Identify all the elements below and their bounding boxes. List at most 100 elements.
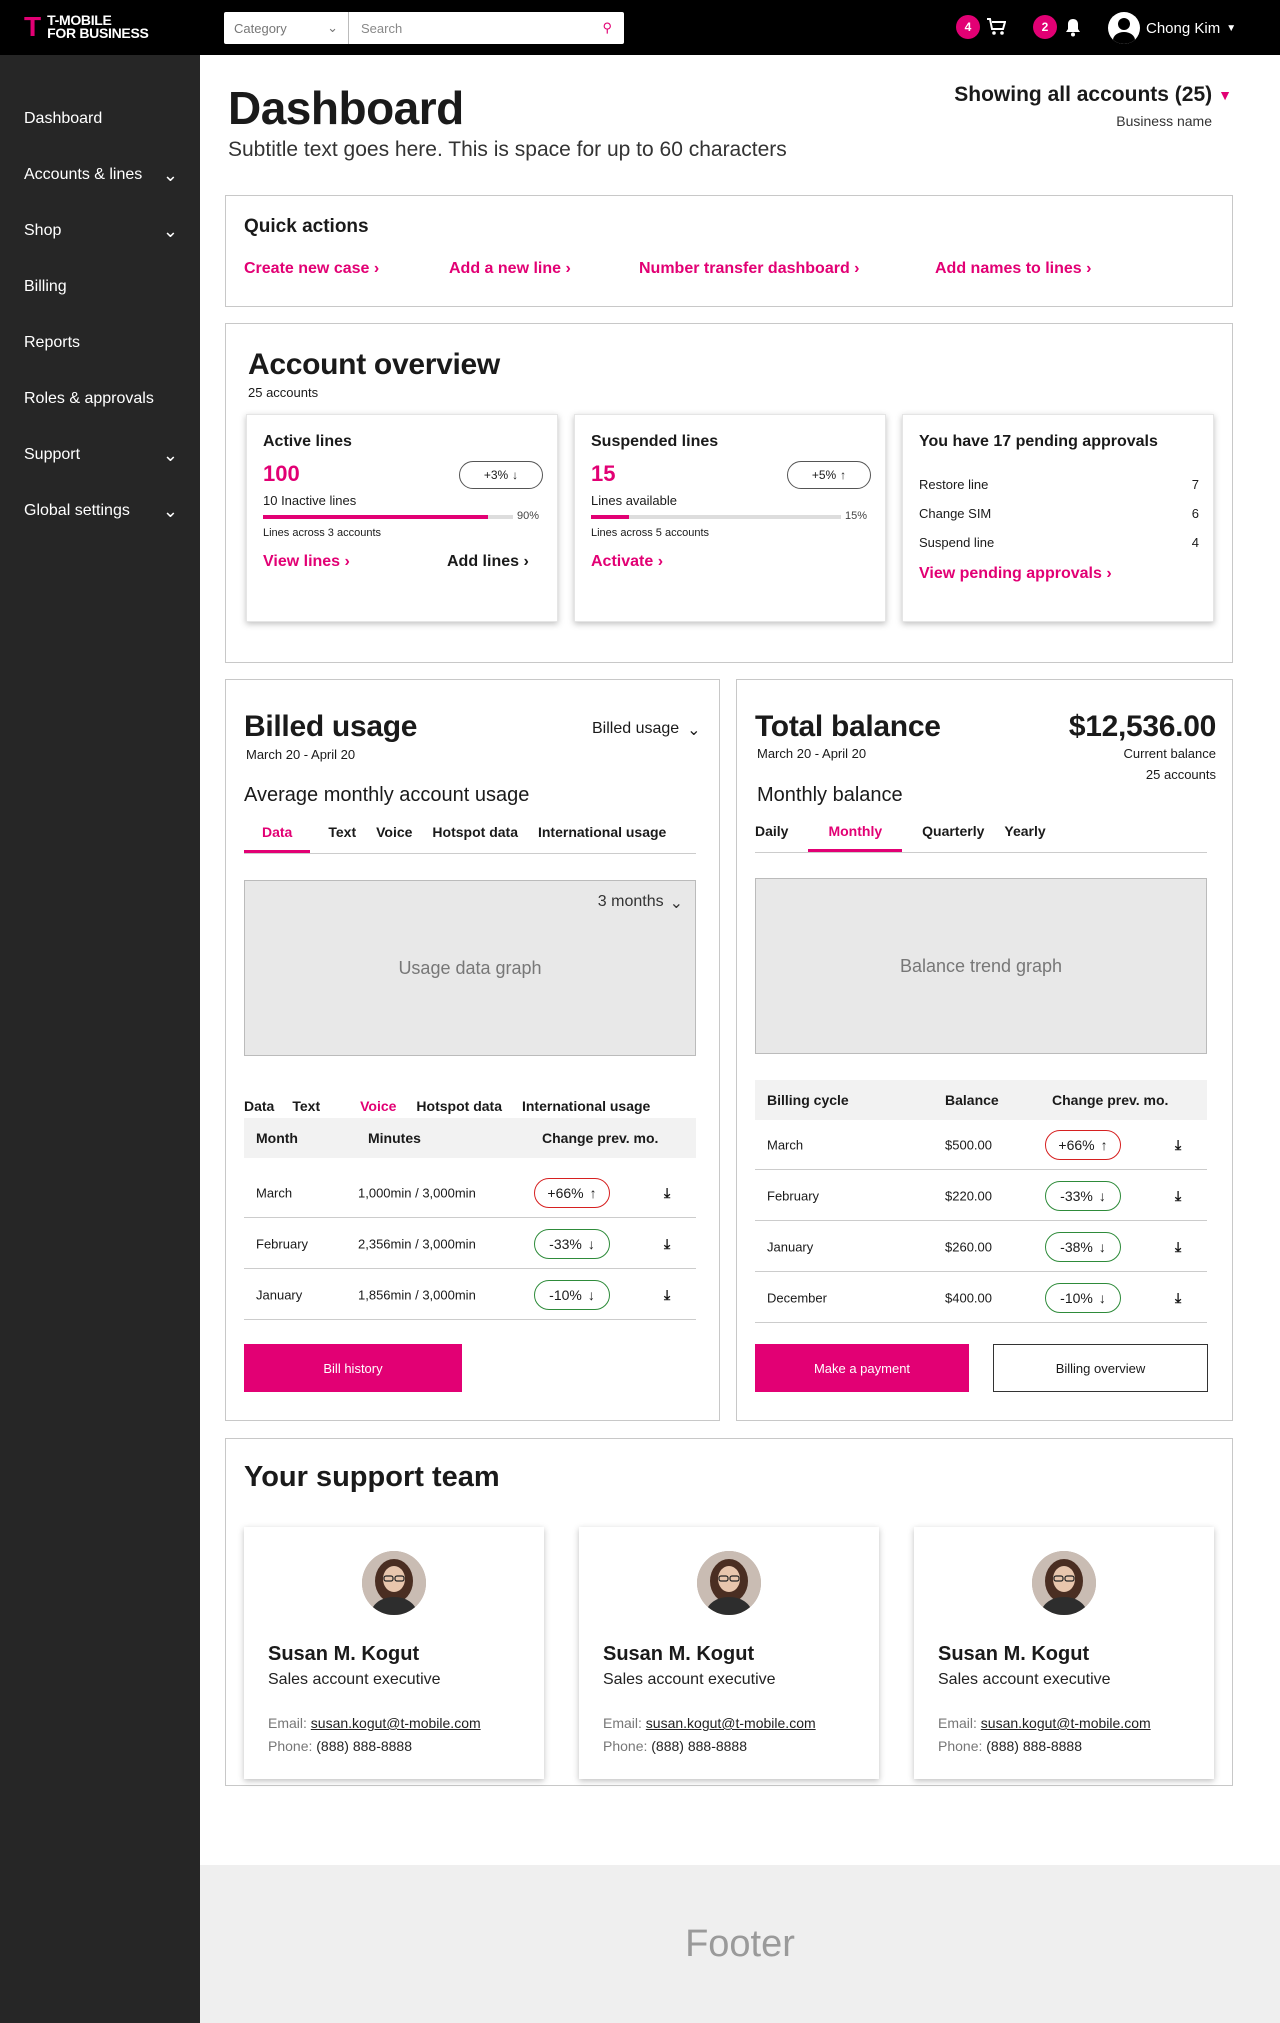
account-overview-subtitle: 25 accounts: [248, 385, 319, 400]
pending-approvals-card: You have 17 pending approvals Restore li…: [902, 414, 1214, 622]
number-transfer-link[interactable]: Number transfer dashboard ›: [639, 260, 860, 278]
active-progress-bar: [263, 515, 513, 519]
arrow-up-icon: ↑: [589, 1184, 597, 1201]
search-input[interactable]: Search ⚲: [349, 20, 624, 36]
view-lines-link[interactable]: View lines ›: [263, 553, 350, 571]
support-member-name: Susan M. Kogut: [938, 1643, 1090, 1665]
sidebar-item-support[interactable]: Support ⌄: [0, 427, 200, 483]
col-billing-cycle: Billing cycle: [767, 1092, 849, 1108]
billed-usage-dropdown[interactable]: Billed usage ⌄: [592, 720, 701, 740]
tab-text[interactable]: Text: [310, 824, 356, 853]
top-bar: T T-MOBILE FOR BUSINESS Category ⌄ Searc…: [0, 0, 1280, 55]
inactive-lines-text: 10 Inactive lines: [263, 493, 357, 508]
support-member-role: Sales account executive: [938, 1671, 1111, 1688]
quick-actions-title: Quick actions: [244, 216, 369, 237]
lines-available-text: Lines available: [591, 493, 678, 508]
pending-approvals-title: You have 17 pending approvals: [919, 433, 1158, 450]
sidebar-item-roles-approvals[interactable]: Roles & approvals: [0, 371, 200, 427]
chevron-down-icon: ▼: [1218, 87, 1232, 103]
brand-logo[interactable]: T T-MOBILE FOR BUSINESS: [24, 13, 149, 41]
category-select[interactable]: Category ⌄: [224, 12, 349, 44]
approval-item[interactable]: Suspend line 4: [919, 535, 1199, 550]
sidebar-item-dashboard[interactable]: Dashboard: [0, 91, 200, 147]
email-label: Email:: [603, 1715, 642, 1731]
billing-overview-button[interactable]: Billing overview: [993, 1344, 1208, 1392]
download-icon[interactable]: ⤓: [1175, 1187, 1181, 1204]
balance-accounts: 25 accounts: [1145, 767, 1216, 782]
graph-range-dropdown[interactable]: 3 months ⌄: [598, 893, 683, 913]
table-row: March 1,000min / 3,000min +66% ↑ ⤓: [244, 1168, 696, 1218]
row-billing-cycle: December: [767, 1290, 827, 1305]
add-lines-link[interactable]: Add lines ›: [447, 553, 529, 571]
sidebar-item-accounts-lines[interactable]: Accounts & lines ⌄: [0, 147, 200, 203]
tab-voice[interactable]: Voice: [356, 824, 412, 853]
download-icon[interactable]: ⤓: [1175, 1238, 1181, 1255]
download-icon[interactable]: ⤓: [1175, 1136, 1181, 1153]
sidebar-item-shop[interactable]: Shop ⌄: [0, 203, 200, 259]
cart-button[interactable]: 4: [956, 15, 1006, 39]
phone-label: Phone:: [938, 1738, 983, 1754]
approval-count: 6: [1191, 506, 1199, 521]
sidebar-item-billing[interactable]: Billing: [0, 259, 200, 315]
support-team-title: Your support team: [244, 1461, 500, 1493]
user-name: Chong Kim: [1146, 19, 1221, 37]
tab-daily[interactable]: Daily: [755, 823, 808, 852]
add-line-link[interactable]: Add a new line ›: [449, 260, 571, 278]
bill-history-button[interactable]: Bill history: [244, 1344, 462, 1392]
approval-item[interactable]: Change SIM 6: [919, 506, 1199, 521]
user-menu[interactable]: Chong Kim ▼: [1108, 12, 1236, 44]
chevron-right-icon: ›: [373, 260, 380, 277]
suspended-progress-label: 15%: [845, 510, 868, 522]
notifications-button[interactable]: 2: [1033, 15, 1083, 39]
tab-monthly[interactable]: Monthly: [808, 823, 903, 852]
cart-count-badge: 4: [956, 15, 980, 39]
account-selector[interactable]: Showing all accounts (25) ▼ Business name: [954, 83, 1232, 129]
download-icon[interactable]: ⤓: [1175, 1289, 1181, 1306]
activate-link[interactable]: Activate ›: [591, 553, 663, 571]
add-names-link[interactable]: Add names to lines ›: [935, 260, 1091, 278]
col-change: Change prev. mo.: [542, 1130, 659, 1146]
search-icon[interactable]: ⚲: [602, 20, 612, 36]
download-icon[interactable]: ⤓: [664, 1235, 670, 1252]
page-title: Dashboard: [228, 82, 464, 134]
avatar: [362, 1551, 426, 1615]
sidebar-item-label: Roles & approvals: [24, 390, 154, 407]
change-value: -33%: [1060, 1187, 1093, 1204]
email-link[interactable]: susan.kogut@t-mobile.com: [311, 1715, 481, 1731]
email-link[interactable]: susan.kogut@t-mobile.com: [646, 1715, 816, 1731]
tab-yearly[interactable]: Yearly: [984, 823, 1045, 852]
view-pending-approvals-link[interactable]: View pending approvals ›: [919, 565, 1112, 583]
chevron-down-icon: ⌄: [162, 165, 178, 185]
change-value: -10%: [1060, 1289, 1093, 1306]
add-lines-label: Add lines: [447, 553, 520, 570]
page-subtitle: Subtitle text goes here. This is space f…: [228, 138, 787, 161]
tab-international-usage[interactable]: International usage: [518, 824, 666, 853]
approval-item[interactable]: Restore line 7: [919, 477, 1199, 492]
table-row: January $260.00 -38% ↓ ⤓: [755, 1222, 1207, 1272]
sidebar-item-reports[interactable]: Reports: [0, 315, 200, 371]
phone-value: (888) 888-8888: [986, 1738, 1083, 1754]
change-badge: -33% ↓: [1045, 1180, 1121, 1211]
email-link[interactable]: susan.kogut@t-mobile.com: [981, 1715, 1151, 1731]
tab-hotspot-data[interactable]: Hotspot data: [412, 824, 518, 853]
tab-data[interactable]: Data: [244, 824, 311, 853]
sidebar-item-global-settings[interactable]: Global settings ⌄: [0, 483, 200, 539]
avatar: [697, 1551, 761, 1615]
download-icon[interactable]: ⤓: [664, 1286, 670, 1303]
chevron-right-icon: ›: [344, 553, 350, 570]
suspended-lines-card: Suspended lines 15 +5% ↑ Lines available …: [574, 414, 886, 622]
chevron-down-icon: ⌄: [162, 501, 178, 521]
total-balance-dates: March 20 - April 20: [757, 746, 867, 761]
row-month: February: [256, 1236, 309, 1251]
row-balance: $220.00: [945, 1188, 992, 1203]
tab-quarterly[interactable]: Quarterly: [902, 823, 984, 852]
create-case-link[interactable]: Create new case ›: [244, 260, 379, 278]
make-payment-button[interactable]: Make a payment: [755, 1344, 969, 1392]
row-billing-cycle: February: [767, 1188, 820, 1203]
download-icon[interactable]: ⤓: [664, 1184, 670, 1201]
active-change-value: +3%: [483, 468, 509, 482]
usage-graph-label: Usage data graph: [398, 957, 542, 978]
usage-tabs: Data Text Voice Hotspot data International u…: [244, 824, 696, 854]
active-lines-card: Active lines 100 +3% ↓ 10 Inactive lines …: [246, 414, 558, 622]
change-value: -10%: [549, 1286, 582, 1303]
